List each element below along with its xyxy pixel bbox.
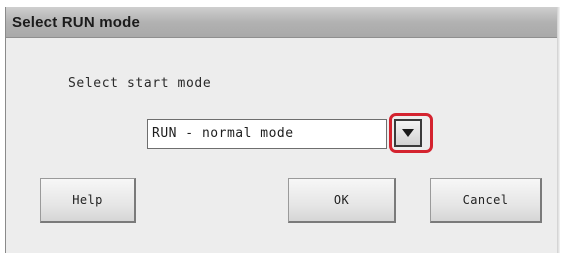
help-button[interactable]: Help xyxy=(40,178,136,223)
cancel-button[interactable]: Cancel xyxy=(430,178,542,223)
run-mode-select[interactable]: RUN - normal mode xyxy=(147,119,387,149)
run-mode-selected-value: RUN - normal mode xyxy=(152,126,294,141)
ok-button[interactable]: OK xyxy=(288,178,396,223)
run-mode-dropdown-button[interactable] xyxy=(394,119,422,147)
triangle-down-icon xyxy=(402,129,414,137)
dialog-title: Select RUN mode xyxy=(12,14,141,31)
dialog-titlebar: Select RUN mode xyxy=(6,7,559,38)
start-mode-prompt: Select start mode xyxy=(68,76,212,91)
dialog-edge-shadow xyxy=(557,7,560,253)
